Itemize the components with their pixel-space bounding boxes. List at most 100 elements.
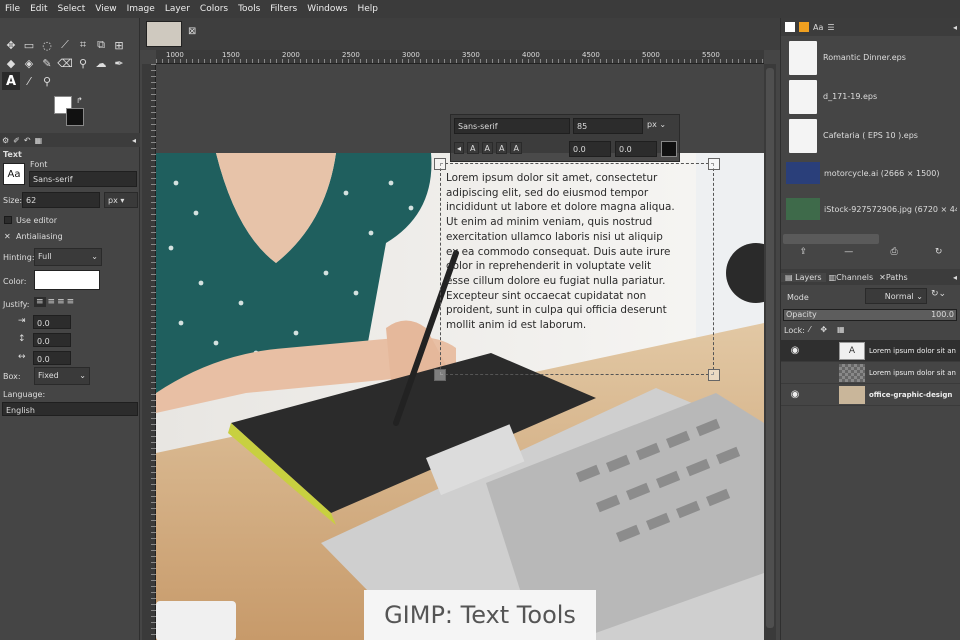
device-status-icon[interactable]: ✐ (13, 136, 20, 145)
antialiasing-checkbox[interactable]: ✕ (4, 232, 11, 241)
paintbrush-icon[interactable]: ✎ (38, 54, 56, 72)
image-list-item[interactable]: Romantic Dinner.eps (783, 38, 957, 77)
vertical-scrollbar[interactable] (764, 64, 776, 640)
bold-icon[interactable]: A (467, 142, 479, 154)
scroll-thumb[interactable] (766, 68, 774, 628)
images-scrollbar[interactable] (783, 234, 879, 244)
box-select[interactable]: Fixed ⌄ (34, 367, 90, 385)
document-history-tab-icon[interactable]: ☰ (827, 23, 834, 32)
undo-history-icon[interactable]: ↶ (24, 136, 31, 145)
lock-position-icon[interactable]: ✥ (820, 325, 827, 334)
tool-options-icon[interactable]: ⚙ (2, 136, 9, 145)
lasso-icon[interactable]: ◌ (38, 36, 56, 54)
text-box-handle-tl[interactable] (434, 158, 446, 170)
layer-row[interactable]: Lorem ipsum dolor sit an (781, 362, 960, 384)
font-field[interactable]: Sans-serif (29, 171, 137, 187)
background-color-swatch[interactable] (66, 108, 84, 126)
layer-row[interactable]: ◉ office-graphic-design (781, 384, 960, 406)
menu-image[interactable]: Image (122, 4, 160, 14)
lock-pixels-icon[interactable]: ⁄ (809, 325, 810, 334)
tab-channels[interactable]: ▥Channels (826, 273, 877, 282)
tab-paths[interactable]: ✕Paths (876, 273, 910, 282)
letter-spacing-field[interactable]: 0.0 (33, 351, 71, 365)
justify-center-icon[interactable]: ≡ (57, 297, 65, 307)
eraser-icon[interactable]: ⌫ (56, 54, 74, 72)
hinting-select[interactable]: Full ⌄ (34, 248, 102, 266)
menu-select[interactable]: Select (53, 4, 91, 14)
bucket-icon[interactable]: ◈ (20, 54, 38, 72)
text-layer-content[interactable]: Lorem ipsum dolor sit amet, consectetur … (446, 171, 714, 333)
clone-icon[interactable]: ⚲ (74, 54, 92, 72)
zoom-icon[interactable]: ⚲ (38, 72, 56, 90)
raise-display-icon[interactable]: ⇪ (800, 247, 808, 263)
bucket-fill-icon[interactable]: ◆ (2, 54, 20, 72)
smudge-icon[interactable]: ☁ (92, 54, 110, 72)
menu-windows[interactable]: Windows (302, 4, 352, 14)
menu-edit[interactable]: Edit (25, 4, 52, 14)
tab-layers[interactable]: ▤ Layers (781, 272, 826, 282)
toolbar-font-field[interactable]: Sans-serif (454, 118, 570, 134)
size-unit-select[interactable]: px ▾ (104, 192, 138, 208)
text-color-button[interactable] (34, 270, 100, 290)
crop-icon[interactable]: ⌗ (74, 36, 92, 54)
panel-menu-icon[interactable]: ◂ (132, 136, 136, 145)
kerning-field[interactable]: 0.0 (615, 141, 657, 157)
size-field[interactable]: 62 (22, 192, 100, 208)
toolbar-unit-select[interactable]: px ⌄ (647, 120, 666, 129)
clear-style-icon[interactable]: ◂ (454, 142, 465, 154)
image-list-item[interactable]: motorcycle.ai (2666 × 1500) (783, 155, 957, 191)
opacity-slider[interactable]: Opacity 100.0 (783, 309, 957, 321)
move-tool-icon[interactable]: ✥ (2, 36, 20, 54)
menu-layer[interactable]: Layer (160, 4, 195, 14)
justify-right-icon[interactable]: ≡ (48, 297, 56, 307)
italic-icon[interactable]: A (481, 142, 493, 154)
baseline-field[interactable]: 0.0 (569, 141, 611, 157)
warp-icon[interactable]: ⊞ (110, 36, 128, 54)
line-spacing-field[interactable]: 0.0 (33, 333, 71, 347)
lock-alpha-icon[interactable]: ▦ (837, 325, 845, 334)
text-box-handle-tr[interactable] (708, 158, 720, 170)
refresh-icon[interactable]: ↻ (935, 247, 943, 263)
print-icon[interactable]: ⎙ (890, 247, 897, 263)
justify-left-icon[interactable]: ≡ (34, 297, 46, 307)
text-box-handle-br[interactable] (708, 369, 720, 381)
fonts-tab-icon[interactable]: Aa (813, 23, 823, 32)
delete-image-icon[interactable]: — (844, 247, 853, 263)
image-list-item[interactable]: d_171-19.eps (783, 77, 957, 116)
strikethrough-icon[interactable]: A (510, 142, 522, 154)
close-tab-icon[interactable]: ⊠ (188, 26, 196, 37)
justify-fill-icon[interactable]: ≡ (67, 297, 75, 307)
image-tab-thumbnail[interactable] (146, 21, 182, 47)
menu-tools[interactable]: Tools (233, 4, 265, 14)
menu-filters[interactable]: Filters (265, 4, 302, 14)
visibility-eye-icon[interactable]: ◉ (781, 389, 809, 400)
image-list-item[interactable]: Cafetaria ( EPS 10 ).eps (783, 116, 957, 155)
text-box-handle-bl[interactable] (434, 369, 446, 381)
unified-transform-icon[interactable]: ⧉ (92, 36, 110, 54)
swap-colors-icon[interactable]: ↱ (76, 96, 83, 105)
menu-colors[interactable]: Colors (195, 4, 233, 14)
color-picker-icon[interactable]: ⁄ (20, 72, 38, 90)
brushes-tab-icon[interactable] (785, 22, 795, 32)
menu-help[interactable]: Help (352, 4, 383, 14)
fuzzy-select-icon[interactable]: ⟋ (56, 36, 74, 54)
layer-row[interactable]: ◉ A Lorem ipsum dolor sit an (781, 340, 960, 362)
underline-icon[interactable]: A (495, 142, 508, 154)
rect-select-icon[interactable]: ▭ (20, 36, 38, 54)
dock-menu-icon[interactable]: ◂ (953, 23, 957, 32)
menu-view[interactable]: View (90, 4, 121, 14)
layers-menu-icon[interactable]: ◂ (953, 273, 957, 282)
mode-switch-icon[interactable]: ↻⌄ (931, 289, 946, 299)
menu-file[interactable]: File (0, 4, 25, 14)
toolbar-color-button[interactable] (661, 141, 677, 157)
text-tool-icon[interactable]: A (2, 72, 20, 90)
indent-field[interactable]: 0.0 (33, 315, 71, 329)
font-preview[interactable]: Aa (3, 163, 25, 185)
mode-select[interactable]: Normal ⌄ (865, 288, 927, 304)
path-icon[interactable]: ✒ (110, 54, 128, 72)
image-list-item[interactable]: iStock-927572906.jpg (6720 × 448 (783, 191, 957, 227)
language-field[interactable]: English (2, 402, 138, 416)
toolbar-size-field[interactable]: 85 (573, 118, 643, 134)
patterns-tab-icon[interactable] (799, 22, 809, 32)
use-editor-checkbox[interactable] (4, 216, 12, 224)
